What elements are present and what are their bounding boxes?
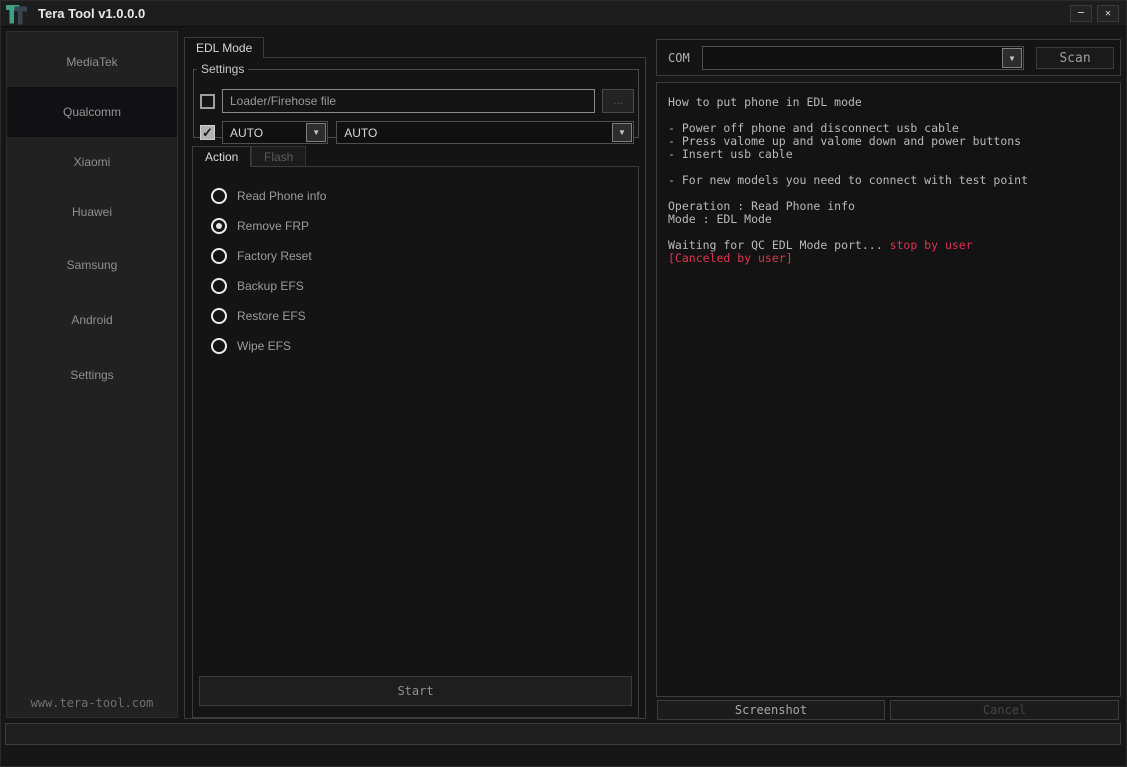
start-button[interactable]: Start bbox=[199, 676, 632, 706]
sidebar-item-label: Huawei bbox=[72, 205, 112, 219]
sidebar-item-label: Android bbox=[71, 313, 112, 327]
sidebar-item-settings[interactable]: Settings bbox=[7, 347, 177, 402]
radio-label: Remove FRP bbox=[237, 219, 309, 233]
radio-label: Factory Reset bbox=[237, 249, 312, 263]
edl-mode-pane: Settings ... ✓ AUTO ▼ AUTO ▼ Action Flas… bbox=[184, 57, 646, 719]
chevron-down-icon[interactable]: ▼ bbox=[612, 123, 632, 142]
auto-row: ✓ AUTO ▼ AUTO ▼ bbox=[200, 121, 634, 144]
website-link[interactable]: www.tera-tool.com bbox=[7, 696, 177, 710]
loader-row: ... bbox=[200, 89, 634, 113]
radio-label: Read Phone info bbox=[237, 189, 326, 203]
com-label: COM bbox=[668, 40, 690, 75]
tab-edl-mode[interactable]: EDL Mode bbox=[184, 37, 264, 58]
status-progress-bar bbox=[5, 723, 1121, 745]
com-port-combo[interactable]: ▼ bbox=[702, 46, 1024, 70]
scan-button[interactable]: Scan bbox=[1036, 47, 1114, 69]
auto-combo-1-value: AUTO bbox=[230, 126, 263, 140]
window-title: Tera Tool v1.0.0.0 bbox=[38, 6, 145, 21]
radio-remove-frp[interactable]: Remove FRP bbox=[211, 211, 638, 241]
minimize-button[interactable]: ─ bbox=[1070, 5, 1092, 22]
sidebar-item-label: MediaTek bbox=[66, 55, 117, 69]
auto-checkbox[interactable]: ✓ bbox=[200, 125, 215, 140]
radio-backup-efs[interactable]: Backup EFS bbox=[211, 271, 638, 301]
radio-label: Backup EFS bbox=[237, 279, 304, 293]
radio-icon bbox=[211, 308, 227, 324]
radio-wipe-efs[interactable]: Wipe EFS bbox=[211, 331, 638, 361]
sidebar-item-huawei[interactable]: Huawei bbox=[7, 187, 177, 237]
tab-flash[interactable]: Flash bbox=[251, 146, 306, 166]
sidebar-item-mediatek[interactable]: MediaTek bbox=[7, 37, 177, 87]
radio-label: Wipe EFS bbox=[237, 339, 291, 353]
log-warning-text: stop by user bbox=[890, 238, 973, 252]
sidebar-item-xiaomi[interactable]: Xiaomi bbox=[7, 137, 177, 187]
auto-combo-2[interactable]: AUTO ▼ bbox=[336, 121, 634, 144]
radio-icon bbox=[211, 248, 227, 264]
action-pane: Read Phone info Remove FRP Factory Reset… bbox=[192, 166, 639, 718]
browse-button[interactable]: ... bbox=[602, 89, 634, 113]
chevron-down-icon[interactable]: ▼ bbox=[1002, 48, 1022, 68]
radio-restore-efs[interactable]: Restore EFS bbox=[211, 301, 638, 331]
chevron-down-icon[interactable]: ▼ bbox=[306, 123, 326, 142]
radio-read-phone-info[interactable]: Read Phone info bbox=[211, 181, 638, 211]
tab-action[interactable]: Action bbox=[192, 146, 251, 167]
screenshot-button[interactable]: Screenshot bbox=[657, 700, 885, 720]
radio-icon bbox=[211, 218, 227, 234]
titlebar[interactable]: Tera Tool v1.0.0.0 ─ ✕ bbox=[1, 1, 1126, 27]
settings-groupbox: Settings ... ✓ AUTO ▼ AUTO ▼ bbox=[193, 62, 639, 138]
log-warning-text: [Canceled by user] bbox=[668, 251, 793, 265]
loader-checkbox[interactable] bbox=[200, 94, 215, 109]
radio-icon bbox=[211, 188, 227, 204]
cancel-button[interactable]: Cancel bbox=[890, 700, 1119, 720]
settings-legend: Settings bbox=[197, 62, 248, 76]
loader-file-input[interactable] bbox=[222, 89, 595, 113]
radio-icon bbox=[211, 278, 227, 294]
sidebar-item-label: Xiaomi bbox=[74, 155, 111, 169]
sidebar-item-qualcomm[interactable]: Qualcomm bbox=[7, 87, 177, 137]
close-button[interactable]: ✕ bbox=[1097, 5, 1119, 22]
sidebar: MediaTek Qualcomm Xiaomi Huawei Samsung … bbox=[6, 31, 178, 718]
app-logo-icon bbox=[4, 2, 34, 26]
auto-combo-1[interactable]: AUTO ▼ bbox=[222, 121, 328, 144]
sidebar-item-label: Settings bbox=[70, 368, 113, 382]
sidebar-item-samsung[interactable]: Samsung bbox=[7, 237, 177, 292]
window-controls: ─ ✕ bbox=[1070, 5, 1119, 22]
radio-icon bbox=[211, 338, 227, 354]
radio-label: Restore EFS bbox=[237, 309, 306, 323]
sidebar-item-label: Qualcomm bbox=[63, 105, 121, 119]
sidebar-item-label: Samsung bbox=[67, 258, 118, 272]
auto-combo-2-value: AUTO bbox=[344, 126, 377, 140]
radio-factory-reset[interactable]: Factory Reset bbox=[211, 241, 638, 271]
sidebar-item-android[interactable]: Android bbox=[7, 292, 177, 347]
app-window: Tera Tool v1.0.0.0 ─ ✕ MediaTek Qualcomm… bbox=[0, 0, 1127, 767]
com-port-box: COM ▼ Scan bbox=[656, 39, 1121, 76]
log-output[interactable]: How to put phone in EDL mode - Power off… bbox=[656, 82, 1121, 697]
